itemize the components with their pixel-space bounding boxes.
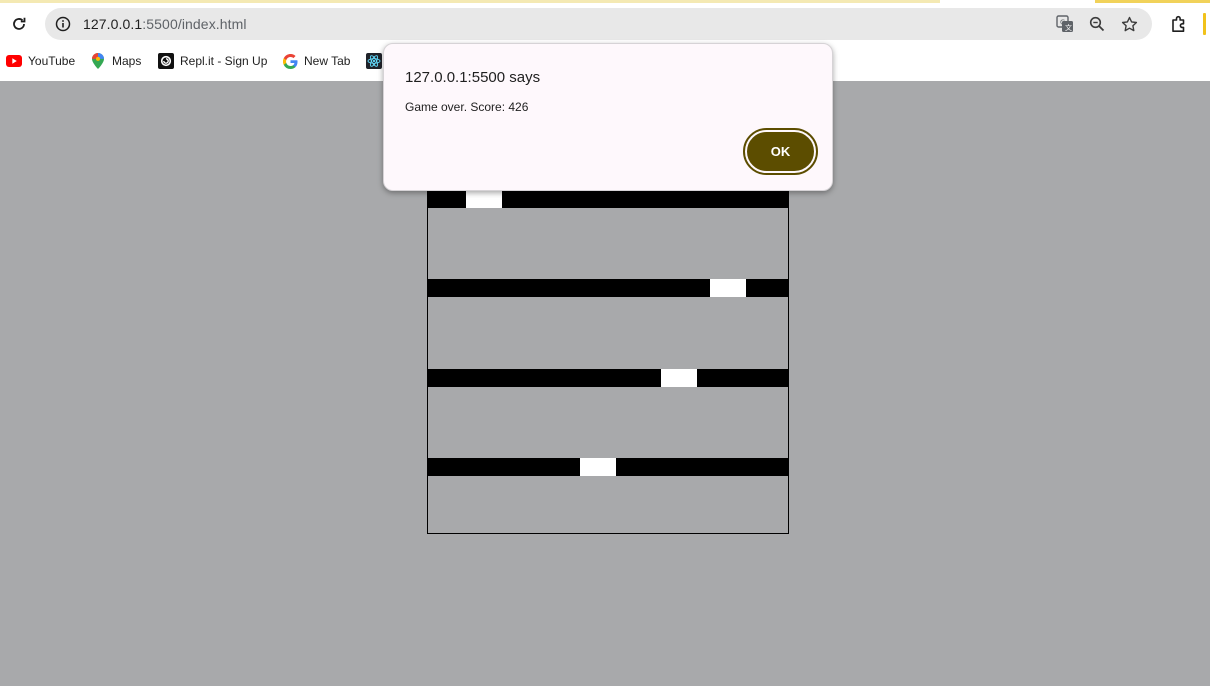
wall-bar: [428, 279, 788, 297]
bookmark-replit[interactable]: Repl.it - Sign Up: [158, 49, 267, 73]
bookmark-label: New Tab: [304, 54, 351, 68]
replit-icon: [158, 53, 174, 69]
youtube-icon: [6, 53, 22, 69]
react-icon: [366, 53, 382, 69]
dialog-title: 127.0.0.1:5500 says: [405, 69, 541, 86]
alert-dialog: 127.0.0.1:5500 says Game over. Score: 42…: [383, 43, 833, 191]
translate-icon[interactable]: G文: [1055, 14, 1075, 34]
url-path: :5500/index.html: [142, 16, 247, 32]
reload-icon[interactable]: [8, 13, 30, 35]
wall-gap: [661, 369, 697, 387]
wall-gap: [466, 190, 502, 208]
ok-button[interactable]: OK: [743, 128, 818, 175]
wall-bar: [428, 190, 788, 208]
bookmark-react[interactable]: [366, 49, 382, 73]
bookmark-new-tab[interactable]: New Tab: [282, 49, 350, 73]
bookmark-star-icon[interactable]: [1119, 14, 1139, 34]
zoom-icon[interactable]: [1087, 14, 1107, 34]
url-text[interactable]: 127.0.0.1:5500/index.html: [83, 16, 247, 32]
google-icon: [282, 53, 298, 69]
profile-indicator[interactable]: [1203, 13, 1206, 35]
dialog-message: Game over. Score: 426: [405, 100, 529, 114]
bookmark-label: YouTube: [28, 54, 76, 68]
wall-bar: [428, 369, 788, 387]
svg-text:文: 文: [1065, 23, 1072, 32]
wall-gap: [710, 279, 746, 297]
site-info-icon[interactable]: [53, 14, 73, 34]
url-host: 127.0.0.1: [83, 16, 143, 32]
maps-icon: [90, 53, 106, 69]
wall-bar: [428, 458, 788, 476]
address-bar[interactable]: 127.0.0.1:5500/index.html G文: [45, 8, 1152, 40]
bookmark-label: Maps: [112, 54, 142, 68]
extensions-icon[interactable]: [1168, 13, 1190, 35]
bookmark-label: Repl.it - Sign Up: [180, 54, 268, 68]
bookmark-youtube[interactable]: YouTube: [6, 49, 75, 73]
wall-gap: [580, 458, 616, 476]
bookmark-maps[interactable]: Maps: [90, 49, 141, 73]
